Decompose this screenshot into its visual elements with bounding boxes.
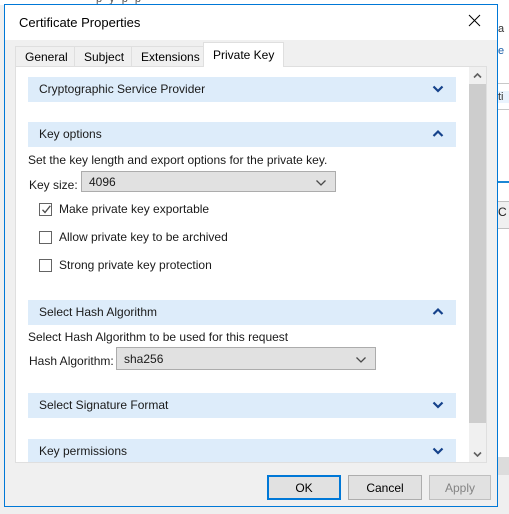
apply-button[interactable]: Apply [429, 475, 491, 500]
tab-strip: General Subject Extensions Private Key [5, 40, 497, 67]
dialog-titlebar: Certificate Properties [5, 5, 497, 40]
scroll-up-arrow-icon[interactable] [469, 67, 486, 84]
cancel-button-label: Cancel [366, 480, 404, 495]
ok-button[interactable]: OK [267, 475, 341, 500]
background-fragment-ti: ti [498, 91, 509, 103]
tab-general[interactable]: General [15, 46, 78, 67]
chevron-down-icon [315, 179, 327, 187]
hash-algorithm-label: Hash Algorithm: [29, 354, 114, 368]
tab-label: Subject [84, 50, 125, 64]
checkbox-label: Allow private key to be archived [59, 230, 228, 244]
hash-algorithm-dropdown[interactable]: sha256 [116, 347, 376, 370]
background-fragment-e: e [498, 45, 505, 57]
checkbox-allow-private-key-to-be-archived[interactable]: Allow private key to be archived [39, 228, 228, 246]
panel-header-select-signature-format[interactable]: Select Signature Format [28, 393, 456, 418]
background-fragment-c: C [498, 205, 507, 219]
chevron-up-icon [432, 129, 444, 139]
certificate-properties-dialog: Certificate Properties General Subject E… [4, 4, 498, 507]
panel-header-key-permissions[interactable]: Key permissions [28, 439, 456, 462]
tab-extensions[interactable]: Extensions [131, 46, 210, 67]
tab-label: Private Key [213, 48, 275, 62]
panel-header-cryptographic-service-provider[interactable]: Cryptographic Service Provider [28, 77, 456, 102]
cancel-button[interactable]: Cancel [348, 475, 422, 500]
panel-title: Cryptographic Service Provider [39, 82, 206, 96]
panel-header-select-hash-algorithm[interactable]: Select Hash Algorithm [28, 300, 456, 325]
checkbox-box [39, 230, 52, 244]
tab-private-key[interactable]: Private Key [203, 42, 285, 67]
checkbox-label: Make private key exportable [59, 202, 210, 216]
checkbox-label: Strong private key protection [59, 258, 212, 272]
panel-title: Key options [39, 127, 102, 141]
checkbox-box [39, 202, 52, 216]
checkbox-make-private-key-exportable[interactable]: Make private key exportable [39, 200, 209, 218]
hash-algorithm-value: sha256 [124, 352, 164, 366]
background-fragment-a: a [498, 23, 505, 35]
checkbox-box [39, 258, 52, 272]
scrollable-content: Cryptographic Service Provider Key optio… [16, 67, 468, 462]
chevron-down-icon [432, 446, 444, 456]
private-key-tab-panel: Cryptographic Service Provider Key optio… [15, 66, 487, 463]
key-options-description: Set the key length and export options fo… [28, 153, 328, 167]
ok-button-label: OK [295, 480, 313, 495]
panel-title: Select Hash Algorithm [39, 305, 158, 319]
key-size-label: Key size: [29, 178, 78, 192]
chevron-down-icon [432, 400, 444, 410]
hash-algorithm-description: Select Hash Algorithm to be used for thi… [28, 330, 289, 344]
screen: p y p p a e ti C Certificate Properties [0, 0, 509, 514]
vertical-scrollbar[interactable] [468, 67, 486, 462]
panel-title: Select Signature Format [39, 398, 169, 412]
chevron-down-icon [355, 356, 367, 364]
tab-subject[interactable]: Subject [74, 46, 135, 67]
chevron-up-icon [432, 307, 444, 317]
tab-label: Extensions [141, 50, 200, 64]
apply-button-label: Apply [444, 480, 476, 495]
close-icon[interactable] [451, 5, 497, 36]
scrollbar-thumb[interactable] [469, 84, 486, 423]
panel-title: Key permissions [39, 444, 128, 458]
scroll-down-arrow-icon[interactable] [469, 445, 486, 462]
panel-header-key-options[interactable]: Key options [28, 122, 456, 147]
chevron-down-icon [432, 84, 444, 94]
dialog-title: Certificate Properties [19, 15, 141, 30]
tab-label: General [25, 50, 68, 64]
checkbox-strong-private-key-protection[interactable]: Strong private key protection [39, 256, 212, 274]
key-size-value: 4096 [89, 175, 116, 189]
key-size-dropdown[interactable]: 4096 [81, 171, 336, 192]
